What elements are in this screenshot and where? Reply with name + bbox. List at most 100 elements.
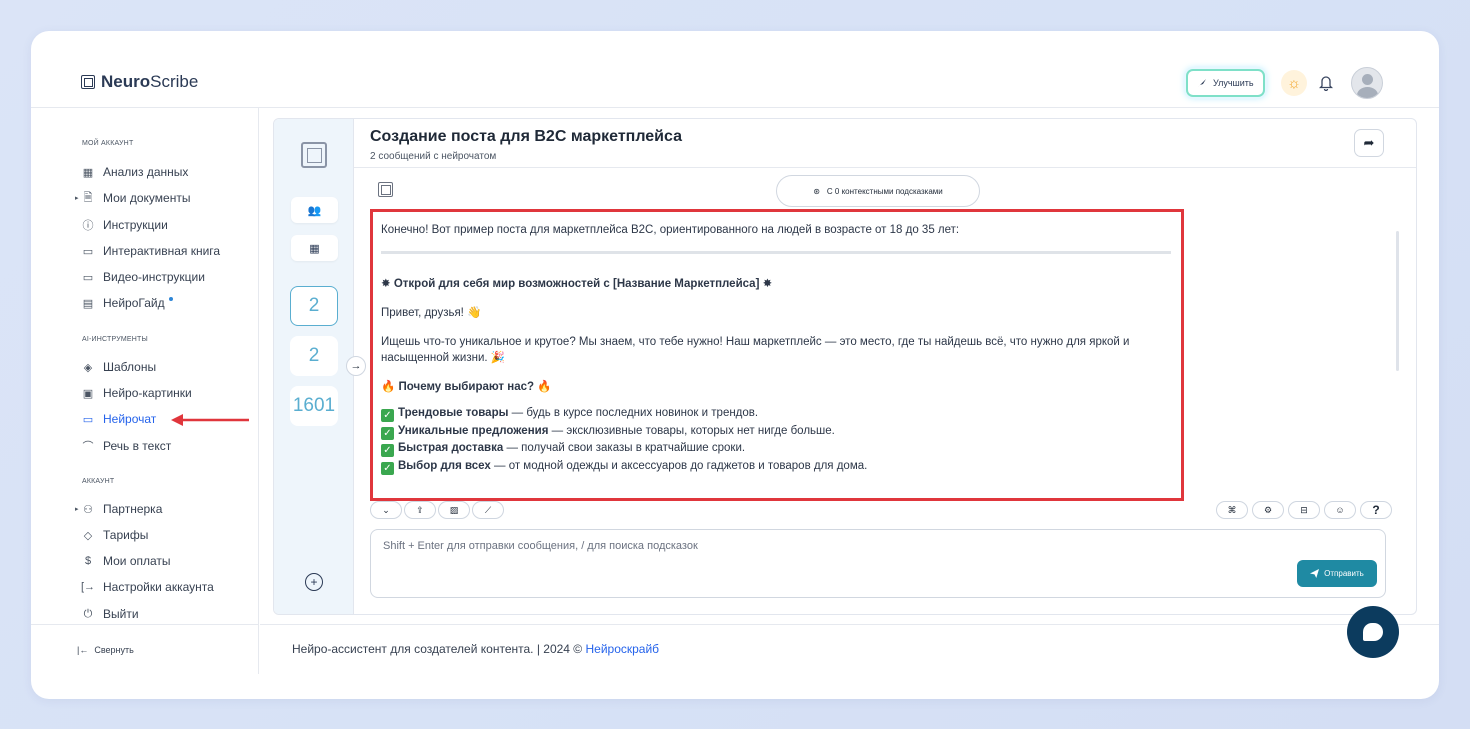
collapse-sidebar-button[interactable]: |← Свернуть: [77, 645, 134, 655]
sparkle-icon: ✸: [762, 278, 773, 290]
chat-subtitle: 2 сообщений с нейрочатом: [370, 151, 497, 162]
sidebar-item-my-documents[interactable]: ▸ 🗎 Мои документы: [75, 189, 191, 207]
layers-icon: ◈: [83, 361, 93, 374]
notifications-bell-icon[interactable]: [1314, 71, 1338, 95]
apps-button[interactable]: ▦: [291, 235, 338, 261]
sidebar-item-label: Мои документы: [103, 191, 191, 205]
guide-icon: ▤: [82, 297, 94, 310]
section-title-ai-tools: AI-ИНСТРУМЕНТЫ: [82, 336, 148, 343]
chat-bubble-icon: [1363, 623, 1383, 641]
sidebar-item-label: Нейрочат: [103, 412, 157, 426]
chat-header: Создание поста для B2C маркетплейса 2 со…: [354, 119, 1416, 168]
context-hints-button[interactable]: ⊛ С 0 контекстными подсказками: [776, 175, 980, 207]
sidebar-item-partner[interactable]: ▸ ⚇ Партнерка: [75, 500, 162, 518]
list-item: ✓ Уникальные предложения — эксклюзивные т…: [381, 423, 1173, 441]
sidebar-item-neurochat[interactable]: ▭ Нейрочат: [81, 410, 157, 428]
sidebar-item-account-settings[interactable]: [→ Настройки аккаунта: [81, 578, 214, 596]
sidebar-item-tariffs[interactable]: ◇ Тарифы: [81, 526, 149, 544]
heading-text: Открой для себя мир возможностей с [Назв…: [393, 278, 760, 290]
image-icon: ▣: [82, 387, 94, 400]
item-text: — эксклюзивные товары, которых нет нигде…: [548, 424, 835, 437]
plugin-icon[interactable]: ⌘: [1216, 501, 1248, 519]
item-text: — получай свои заказы в кратчайшие сроки…: [503, 442, 746, 454]
footer-link[interactable]: Нейроскрайб: [585, 642, 659, 656]
checkmark-icon: ✓: [381, 426, 394, 440]
input-tools-right: ⌘ ⚙ ⊟ ☺ ?: [1216, 501, 1392, 519]
sidebar-item-templates[interactable]: ◈ Шаблоны: [81, 358, 156, 376]
assistant-message: Конечно! Вот пример поста для маркетплей…: [370, 209, 1184, 501]
grid-icon: ▦: [82, 166, 94, 179]
fire-icon: 🔥: [537, 381, 552, 393]
sidebar-item-label: Интерактивная книга: [103, 244, 221, 258]
avatar[interactable]: [1351, 67, 1383, 99]
fire-icon: 🔥: [381, 381, 396, 393]
annotation-arrow-icon: [171, 414, 249, 426]
sidebar-item-speech-to-text[interactable]: ⌒ Речь в текст: [81, 437, 172, 455]
item-bold: Быстрая доставка: [398, 442, 504, 454]
help-icon[interactable]: ?: [1360, 501, 1392, 519]
page-footer: Нейро-ассистент для создателей контента.…: [260, 624, 1439, 674]
app-window: NeuroScribe Улучшить ☼ МОЙ АККАУНТ ▦ Анал…: [31, 31, 1439, 699]
robot-icon[interactable]: ☺: [1324, 501, 1356, 519]
item-bold: Трендовые товары: [398, 407, 509, 419]
context-label: С 0 контекстными подсказками: [826, 186, 943, 196]
upload-file-icon[interactable]: ⇪: [404, 501, 436, 519]
sidebar-item-label: Анализ данных: [103, 165, 189, 179]
sidebar-item-label: Нейро-картинки: [103, 386, 192, 400]
sidebar-item-interactive-book[interactable]: ▭ Интерактивная книга: [81, 242, 220, 260]
grid-icon: ▦: [309, 242, 320, 255]
support-chat-button[interactable]: [1347, 606, 1399, 658]
share-icon[interactable]: ➦: [1354, 129, 1384, 157]
rail-count-messages[interactable]: 2: [290, 336, 338, 376]
new-dot-badge: [168, 297, 173, 301]
sidebar-item-data-analysis[interactable]: ▦ Анализ данных: [81, 163, 189, 181]
users-button[interactable]: 👥: [291, 197, 338, 223]
copyright-text: Нейро-ассистент для создателей контента.…: [292, 642, 586, 656]
sidebar-item-label: Настройки аккаунта: [103, 580, 214, 594]
login-icon: [→: [81, 581, 96, 593]
checkmark-icon: ✓: [381, 409, 394, 422]
rail-count-tokens[interactable]: 1601: [290, 386, 338, 426]
settings-icon[interactable]: ⚙: [1252, 501, 1284, 519]
sidebar-item-label: Тарифы: [103, 528, 149, 542]
message-heading: ✸ Открой для себя мир возможностей с [На…: [381, 276, 1173, 292]
message-input[interactable]: Shift + Enter для отправки сообщения, / …: [370, 529, 1386, 598]
logo-bold: Neuro: [101, 72, 151, 91]
users-icon: ⚇: [83, 503, 93, 516]
logo-light: Scribe: [150, 72, 199, 91]
sidebar-item-label: НейроГайд: [103, 296, 165, 310]
message-why: 🔥 Почему выбирают нас? 🔥: [381, 379, 1173, 395]
upgrade-label: Улучшить: [1213, 78, 1254, 88]
messages-scrollbar[interactable]: [1396, 231, 1399, 371]
rail-count-chats[interactable]: 2: [290, 286, 338, 326]
arrow-right-icon[interactable]: →: [346, 356, 366, 376]
message-input-placeholder: Shift + Enter для отправки сообщения, / …: [383, 540, 698, 552]
chat-title: Создание поста для B2C маркетплейса: [370, 128, 682, 145]
send-button[interactable]: Отправить: [1297, 560, 1377, 587]
item-text: — будь в курсе последних новинок и тренд…: [508, 407, 759, 419]
save-icon[interactable]: ⊟: [1288, 501, 1320, 519]
theme-toggle-sun-icon[interactable]: ☼: [1281, 70, 1307, 96]
item-bold: Выбор для всех: [398, 459, 491, 472]
sidebar-item-label: Мои оплаты: [103, 554, 171, 568]
list-item: ✓ Быстрая доставка — получай свои заказы …: [381, 440, 1173, 458]
logo[interactable]: NeuroScribe: [81, 72, 198, 92]
add-chat-icon[interactable]: +: [305, 573, 323, 591]
message-greeting: Привет, друзья! 👋: [381, 305, 1173, 321]
sidebar-item-logout[interactable]: ⏻ Выйти: [81, 605, 139, 623]
sidebar-item-instructions[interactable]: ⓘ Инструкции: [81, 216, 168, 234]
copyright: Нейро-ассистент для создателей контента.…: [292, 642, 659, 656]
sparkle-icon: ✸: [381, 278, 391, 290]
input-tools-left: ⌄ ⇪ ▨ ⟋: [370, 501, 504, 519]
checkmark-icon: ✓: [381, 444, 394, 457]
sidebar-item-neuro-images[interactable]: ▣ Нейро-картинки: [81, 384, 192, 402]
sidebar-item-neuroguide[interactable]: ▤ НейроГайд: [81, 294, 173, 312]
magic-wand-icon[interactable]: ⟋: [472, 501, 504, 519]
sidebar-item-payments[interactable]: $ Мои оплаты: [81, 552, 171, 570]
upgrade-button[interactable]: Улучшить: [1186, 69, 1265, 97]
headphones-icon: ⌒: [82, 441, 94, 453]
sidebar-item-video-instructions[interactable]: ▭ Видео-инструкции: [81, 268, 205, 286]
sidebar-item-label: Шаблоны: [103, 360, 157, 374]
upload-image-icon[interactable]: ▨: [438, 501, 470, 519]
collapse-down-icon[interactable]: ⌄: [370, 501, 402, 519]
